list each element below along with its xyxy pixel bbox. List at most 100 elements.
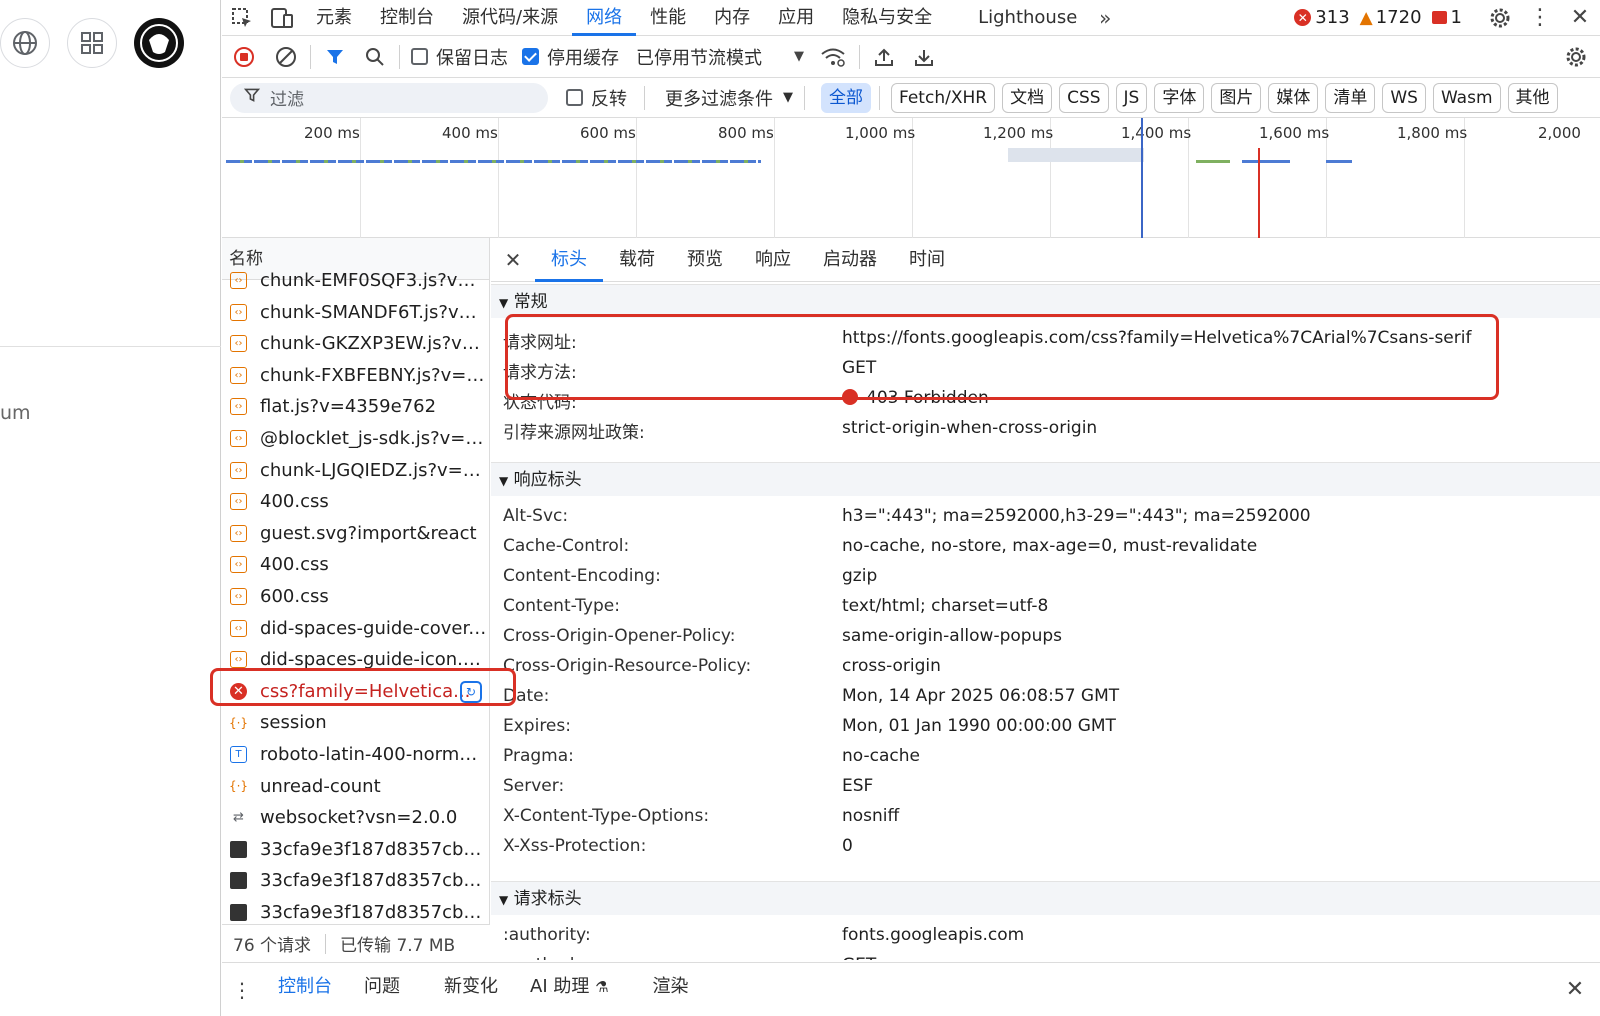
kebab-menu-icon[interactable]: ⋮ — [1520, 5, 1560, 30]
drawer-tab-rendering[interactable]: 渲染 — [637, 963, 705, 1016]
header-value[interactable]: GET — [842, 955, 876, 960]
request-row[interactable]: ⇄ websocket?vsn=2.0.0 — [222, 802, 489, 833]
preserve-log-checkbox[interactable]: 保留日志 — [411, 44, 508, 70]
request-row[interactable]: Troboto-latin-400-normal.... — [222, 739, 489, 770]
disable-cache-checkbox[interactable]: 停用缓存 — [522, 44, 619, 70]
header-value[interactable]: cross-origin — [842, 656, 941, 676]
filter-type-css[interactable]: CSS — [1059, 82, 1109, 113]
filter-type-ws[interactable]: WS — [1382, 82, 1426, 113]
tab-timing[interactable]: 时间 — [893, 238, 961, 282]
more-tabs-icon[interactable]: » — [1091, 6, 1119, 30]
tab-response[interactable]: 响应 — [739, 238, 807, 282]
section-request-headers[interactable]: ▼ 请求标头 — [491, 881, 1600, 915]
tab-initiator[interactable]: 启动器 — [807, 238, 893, 282]
filter-input[interactable]: 过滤 — [230, 82, 548, 113]
request-row[interactable]: {·} unread-count — [222, 771, 489, 802]
clear-icon[interactable] — [266, 46, 306, 68]
header-value[interactable]: h3=":443"; ma=2592000,h3-29=":443"; ma=2… — [842, 506, 1311, 526]
request-row[interactable]: ‹› chunk-GKZXP3EW.js?v=... — [222, 328, 489, 359]
request-row[interactable]: ‹› chunk-LJGQIEDZ.js?v=4... — [222, 455, 489, 486]
request-row[interactable]: ‹› 400.css — [222, 549, 489, 580]
filter-type-all[interactable]: 全部 — [821, 82, 871, 113]
tab-privacy-security[interactable]: 隐私与安全 — [828, 0, 946, 36]
request-row[interactable]: ‹› chunk-FXBFEBNY.js?v=4... — [222, 360, 489, 391]
section-general[interactable]: ▼ 常规 — [491, 284, 1600, 318]
header-value[interactable]: text/html; charset=utf-8 — [842, 596, 1048, 616]
filter-type-media[interactable]: 媒体 — [1268, 82, 1319, 113]
close-detail-icon[interactable]: ✕ — [491, 248, 535, 272]
tab-headers[interactable]: 标头 — [535, 238, 603, 282]
throttling-select[interactable]: 已停用节流模式 ▼ — [636, 44, 804, 70]
header-value[interactable]: ESF — [842, 776, 873, 796]
tab-payload[interactable]: 载荷 — [603, 238, 671, 282]
request-row[interactable]: ‹› guest.svg?import&react — [222, 518, 489, 549]
header-value[interactable]: fonts.googleapis.com — [842, 925, 1024, 945]
more-filters-dropdown[interactable]: 更多过滤条件 ▼ — [665, 85, 793, 111]
close-devtools-icon[interactable]: ✕ — [1560, 5, 1600, 30]
header-value[interactable]: GET — [842, 358, 876, 378]
header-value[interactable]: no-cache — [842, 746, 920, 766]
close-drawer-icon[interactable]: ✕ — [1550, 977, 1600, 1002]
request-row[interactable]: ‹› @blocklet_js-sdk.js?v=4... — [222, 423, 489, 454]
request-row[interactable]: ‹› 400.css — [222, 486, 489, 517]
tab-console[interactable]: 控制台 — [366, 0, 448, 36]
request-row[interactable]: ‹› did-spaces-guide-icon.s... — [222, 644, 489, 675]
filter-type-other[interactable]: 其他 — [1507, 82, 1558, 113]
timeline-overview[interactable]: 200 ms 400 ms 600 ms 800 ms 1,000 ms 1,2… — [222, 118, 1600, 238]
request-row[interactable]: {·} session — [222, 707, 489, 738]
header-value[interactable]: same-origin-allow-popups — [842, 626, 1062, 646]
inspect-element-icon[interactable] — [222, 0, 262, 36]
tab-network[interactable]: 网络 — [572, 0, 637, 36]
filter-type-doc[interactable]: 文档 — [1002, 82, 1053, 113]
filter-type-wasm[interactable]: Wasm — [1432, 82, 1501, 113]
request-row[interactable]: ‹› did-spaces-guide-cover.... — [222, 613, 489, 644]
header-value[interactable]: nosniff — [842, 806, 899, 826]
tab-preview[interactable]: 预览 — [671, 238, 739, 282]
request-row[interactable]: ‹› flat.js?v=4359e762 — [222, 391, 489, 422]
drawer-menu-icon[interactable]: ⋮ — [222, 978, 262, 1002]
request-row[interactable]: ‹› chunk-EMF0SQF3.js?v=4... — [222, 265, 489, 296]
tab-elements[interactable]: 元素 — [302, 0, 366, 36]
device-toolbar-icon[interactable] — [262, 0, 302, 36]
filter-type-js[interactable]: JS — [1115, 82, 1148, 113]
tab-lighthouse[interactable]: Lighthouse — [964, 0, 1091, 36]
apps-grid-icon[interactable] — [67, 18, 117, 68]
search-icon[interactable] — [355, 47, 395, 67]
request-row-failed[interactable]: ✕ css?family=Helvetica... ↻ — [222, 676, 489, 707]
header-value[interactable]: gzip — [842, 566, 877, 586]
header-value[interactable]: Mon, 01 Jan 1990 00:00:00 GMT — [842, 716, 1116, 736]
request-row[interactable]: 33cfa9e3f187d8357cb34... — [222, 834, 489, 865]
network-settings-gear-icon[interactable] — [1552, 46, 1600, 68]
filter-type-font[interactable]: 字体 — [1154, 82, 1205, 113]
network-conditions-icon[interactable] — [811, 47, 855, 67]
issue-counter[interactable]: 1 — [1431, 7, 1462, 28]
section-response-headers[interactable]: ▼ 响应标头 — [491, 462, 1600, 496]
override-content-icon[interactable]: ↻ — [460, 680, 482, 703]
tab-application[interactable]: 应用 — [764, 0, 828, 36]
error-counter[interactable]: ✕ 313 — [1294, 7, 1350, 28]
header-value[interactable]: Mon, 14 Apr 2025 06:08:57 GMT — [842, 686, 1119, 706]
drawer-tab-ai-assistant[interactable]: AI 助理 ⚗ — [514, 963, 625, 1016]
export-har-icon[interactable] — [904, 47, 944, 67]
drawer-tab-issues[interactable]: 问题 — [348, 963, 416, 1016]
filter-type-img[interactable]: 图片 — [1211, 82, 1262, 113]
globe-icon[interactable] — [0, 18, 50, 68]
filter-type-fetch-xhr[interactable]: Fetch/XHR — [891, 82, 996, 113]
settings-gear-icon[interactable] — [1480, 7, 1520, 29]
filter-funnel-icon[interactable] — [315, 47, 355, 67]
request-row[interactable]: ‹› chunk-SMANDF6T.js?v=... — [222, 297, 489, 328]
invert-checkbox[interactable]: 反转 — [566, 85, 627, 111]
tab-sources[interactable]: 源代码/来源 — [448, 0, 572, 36]
record-stop-icon[interactable] — [222, 46, 266, 68]
header-value[interactable]: 403 Forbidden — [842, 388, 989, 408]
warning-counter[interactable]: ▲ 1720 — [1360, 7, 1422, 28]
request-row[interactable]: ‹› 600.css — [222, 581, 489, 612]
request-row[interactable]: 33cfa9e3f187d8357cb34... — [222, 865, 489, 896]
tab-memory[interactable]: 内存 — [700, 0, 764, 36]
header-value[interactable]: https://fonts.googleapis.com/css?family=… — [842, 328, 1471, 348]
tab-performance[interactable]: 性能 — [636, 0, 700, 36]
header-value[interactable]: strict-origin-when-cross-origin — [842, 418, 1097, 438]
user-avatar[interactable] — [134, 18, 184, 68]
header-value[interactable]: no-cache, no-store, max-age=0, must-reva… — [842, 536, 1257, 556]
drawer-tab-changes[interactable]: 新变化 — [428, 963, 514, 1016]
